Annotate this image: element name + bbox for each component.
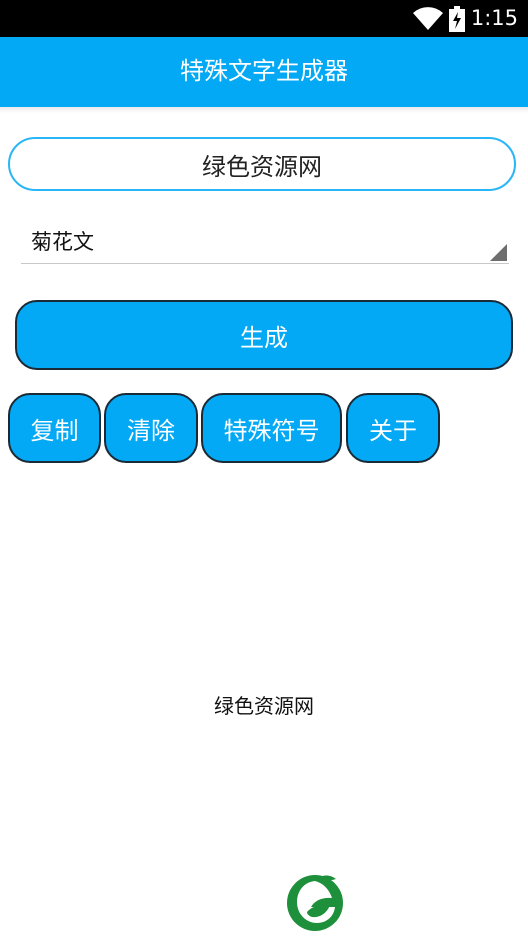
app-bar: 特殊文字生成器 <box>0 37 528 107</box>
style-spinner[interactable]: 菊花文 <box>21 222 509 264</box>
battery-charging-icon <box>449 6 465 32</box>
dropdown-arrow-icon <box>490 244 507 261</box>
clear-button[interactable]: 清除 <box>104 393 198 463</box>
spinner-selected-value: 菊花文 <box>31 230 94 254</box>
special-symbols-button[interactable]: 特殊符号 <box>201 393 342 463</box>
generate-button[interactable]: 生成 <box>15 300 513 370</box>
app-title: 特殊文字生成器 <box>180 57 348 85</box>
wifi-icon <box>413 7 443 30</box>
status-time: 1:15 <box>470 6 518 30</box>
app-bar-shadow <box>0 107 528 113</box>
text-input[interactable] <box>8 137 516 191</box>
status-bar: 1:15 <box>0 0 528 37</box>
output-text: 绿色资源网 <box>214 694 314 718</box>
green-leaf-logo-icon <box>287 875 343 931</box>
screen: 1:15 特殊文字生成器 菊花文 生成 复制 清除 特殊符号 关于 绿色资源网 <box>0 0 528 940</box>
copy-button[interactable]: 复制 <box>8 393 101 463</box>
about-button[interactable]: 关于 <box>346 393 440 463</box>
